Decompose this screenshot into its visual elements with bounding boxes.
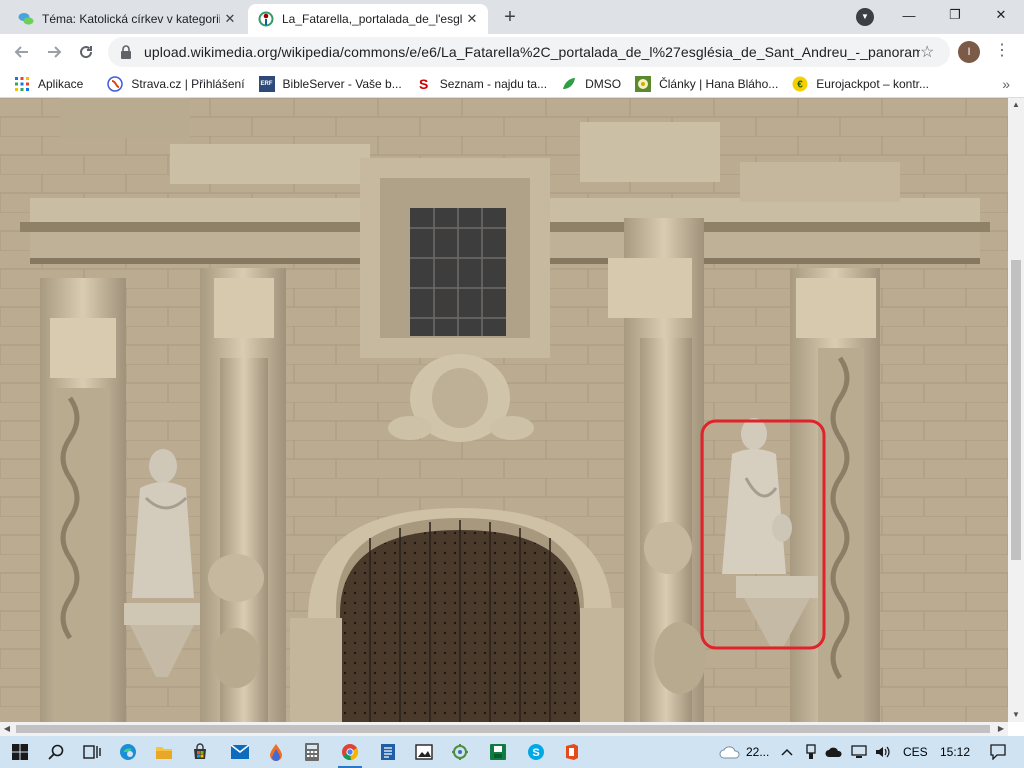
bookmark-label: Strava.cz | Přihlášení — [131, 76, 245, 91]
file-explorer-icon[interactable] — [146, 736, 182, 768]
windows-start-icon[interactable] — [2, 736, 38, 768]
taskbar: S 22... CES 15:12 — [0, 736, 1024, 768]
bookmark-clanky[interactable]: Články | Hana Bláho... — [635, 70, 778, 98]
wikimedia-icon — [258, 11, 274, 27]
eurojackpot-icon: € — [792, 76, 808, 92]
new-tab-button[interactable]: + — [498, 6, 522, 30]
bookmark-label: Aplikace — [38, 76, 84, 91]
minimize-button[interactable]: — — [886, 0, 932, 30]
tab-la-fatarella[interactable]: La_Fatarella,_portalada_de_l'esglé ✕ — [248, 4, 488, 34]
bookmarks-overflow-icon[interactable]: » — [1002, 70, 1010, 98]
church-portal-photo — [0, 98, 1008, 722]
bookmark-label: Eurojackpot – kontr... — [816, 76, 930, 91]
scroll-left-icon[interactable]: ◀ — [0, 722, 14, 736]
notepad-icon[interactable] — [370, 736, 406, 768]
vertical-scrollbar[interactable]: ▲ ▼ — [1008, 98, 1024, 722]
tab-katolicka-cirkev[interactable]: Téma: Katolická církev v kategorii ✕ — [8, 4, 246, 34]
bookmark-seznam[interactable]: S Seznam - najdu ta... — [416, 70, 547, 98]
address-bar[interactable]: upload.wikimedia.org/wikipedia/commons/e… — [108, 37, 950, 67]
network-icon[interactable] — [848, 736, 870, 768]
bookmark-label: DMSO — [585, 76, 622, 91]
scroll-right-icon[interactable]: ▶ — [994, 722, 1008, 736]
usb-device-icon[interactable] — [800, 736, 822, 768]
horizontal-scrollbar[interactable]: ◀ ▶ — [0, 722, 1008, 736]
edge-icon[interactable] — [110, 736, 146, 768]
task-view-icon[interactable] — [74, 736, 110, 768]
horizontal-scroll-thumb[interactable] — [16, 725, 990, 733]
back-arrow-icon[interactable] — [10, 40, 34, 64]
menu-icon[interactable]: ⋮ — [994, 40, 1010, 64]
url-text[interactable]: upload.wikimedia.org/wikipedia/commons/e… — [144, 44, 920, 60]
onedrive-cloud-icon[interactable] — [822, 736, 846, 768]
calculator-icon[interactable] — [294, 736, 330, 768]
chevron-up-icon[interactable] — [776, 736, 798, 768]
scroll-down-icon[interactable]: ▼ — [1008, 708, 1024, 722]
seznam-icon: S — [419, 75, 429, 92]
close-tab-icon[interactable]: ✕ — [220, 9, 240, 29]
clock-time[interactable]: 15:12 — [940, 736, 970, 768]
volume-icon[interactable] — [872, 736, 894, 768]
paint-3d-icon[interactable] — [258, 736, 294, 768]
bookmark-label: Seznam - najdu ta... — [439, 76, 548, 91]
vertical-scroll-thumb[interactable] — [1011, 260, 1021, 560]
strava-icon — [107, 75, 124, 92]
bookmark-aplikace[interactable]: Aplikace — [14, 70, 83, 98]
bookmark-label: BibleServer - Vaše b... — [282, 76, 402, 91]
scroll-up-icon[interactable]: ▲ — [1008, 98, 1024, 112]
svg-text:S: S — [532, 747, 539, 759]
forward-arrow-icon[interactable] — [42, 40, 66, 64]
bookmark-label: Články | Hana Bláho... — [659, 76, 779, 91]
tab-strip: Téma: Katolická církev v kategorii ✕ La_… — [0, 0, 1024, 34]
bookmark-strava[interactable]: Strava.cz | Přihlášení — [107, 70, 245, 98]
chrome-icon[interactable] — [332, 736, 368, 768]
language-indicator[interactable]: CES — [903, 736, 928, 768]
bibleserver-icon: ERF — [258, 75, 275, 92]
office-icon[interactable] — [554, 736, 590, 768]
dmso-icon — [561, 76, 577, 92]
chat-bubbles-icon — [18, 11, 34, 27]
bookmarks-bar: Aplikace Strava.cz | Přihlášení ERF Bibl… — [0, 70, 1024, 98]
green-app-icon[interactable] — [480, 736, 516, 768]
weather-cloud-icon[interactable] — [712, 736, 748, 768]
bookmark-bibleserver[interactable]: ERF BibleServer - Vaše b... — [258, 70, 402, 98]
toolbar: upload.wikimedia.org/wikipedia/commons/e… — [0, 34, 1024, 70]
search-icon[interactable] — [38, 736, 74, 768]
flower-icon — [635, 75, 652, 92]
close-tab-icon[interactable]: ✕ — [462, 9, 482, 29]
tab-title: La_Fatarella,_portalada_de_l'esglé — [282, 12, 462, 26]
restore-button[interactable]: ❐ — [932, 0, 978, 30]
bookmark-eurojackpot[interactable]: € Eurojackpot – kontr... — [792, 70, 929, 98]
bookmark-dmso[interactable]: DMSO — [561, 70, 621, 98]
bookmark-star-icon[interactable]: ☆ — [920, 42, 940, 62]
mail-icon[interactable] — [222, 736, 258, 768]
weather-temperature[interactable]: 22... — [746, 736, 769, 768]
photos-app-icon[interactable] — [406, 736, 442, 768]
svg-text:€: € — [798, 79, 804, 90]
notifications-icon[interactable] — [980, 736, 1016, 768]
lock-icon[interactable] — [120, 45, 134, 59]
profile-avatar[interactable]: I — [958, 41, 980, 63]
apps-grid-icon — [14, 76, 30, 92]
tab-title: Téma: Katolická církev v kategorii — [42, 12, 220, 26]
settings-app-icon[interactable] — [442, 736, 478, 768]
skype-icon[interactable]: S — [518, 736, 554, 768]
reload-icon[interactable] — [74, 40, 98, 64]
tab-search-icon[interactable]: ▼ — [856, 8, 874, 26]
close-window-button[interactable]: ✕ — [978, 0, 1024, 30]
image-viewer[interactable] — [0, 98, 1008, 722]
store-icon[interactable] — [182, 736, 218, 768]
